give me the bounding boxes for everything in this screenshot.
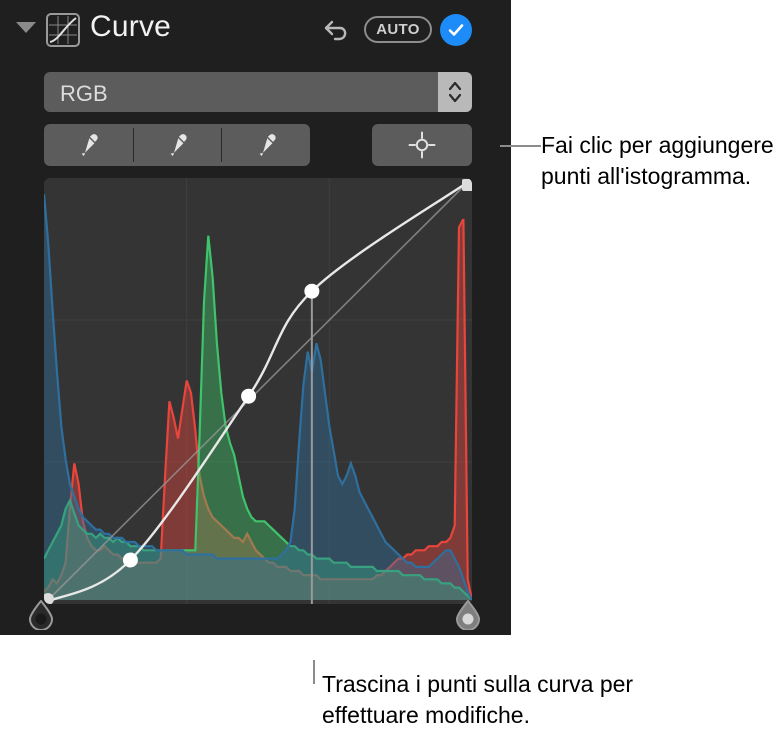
- chevron-up-down-icon[interactable]: [438, 72, 472, 112]
- black-point-eyedropper-button[interactable]: [44, 124, 133, 166]
- callout-leader-line-bottom: [313, 660, 315, 684]
- checkmark-icon: [448, 24, 464, 36]
- histogram-plot[interactable]: [44, 178, 472, 604]
- disclosure-triangle-icon[interactable]: [16, 22, 36, 33]
- white-point-eyedropper-button[interactable]: [221, 124, 310, 166]
- apply-checkmark-button[interactable]: [440, 14, 472, 46]
- undo-arrow-icon[interactable]: [322, 14, 354, 46]
- curve-adjustment-panel: Curve AUTO RGB: [0, 0, 511, 635]
- gray-point-eyedropper-button[interactable]: [132, 124, 222, 166]
- channel-select[interactable]: RGB: [44, 72, 472, 112]
- eyedropper-button-group: [44, 124, 310, 166]
- callout-drag-points-text: Trascina i punti sulla curva per effettu…: [322, 671, 634, 728]
- callout-leader-line-top: [500, 145, 541, 147]
- page-title: Curve: [90, 10, 172, 43]
- histogram-curve-editor[interactable]: [40, 174, 476, 604]
- add-point-target-button[interactable]: [372, 124, 472, 166]
- panel-header: Curve AUTO: [0, 0, 511, 62]
- black-point-handle[interactable]: [28, 599, 54, 631]
- eyedropper-icon: [170, 134, 187, 157]
- crosshair-target-icon: [408, 131, 436, 159]
- auto-button[interactable]: AUTO: [364, 16, 432, 43]
- eyedropper-icon: [259, 134, 276, 157]
- callout-add-points-text: Fai clic per aggiungere punti all'istogr…: [541, 132, 774, 189]
- channel-select-value: RGB: [60, 81, 108, 106]
- white-point-handle[interactable]: [455, 599, 481, 631]
- eyedropper-icon: [81, 134, 98, 157]
- histogram-svg[interactable]: [44, 178, 472, 604]
- curve-icon: [46, 13, 80, 47]
